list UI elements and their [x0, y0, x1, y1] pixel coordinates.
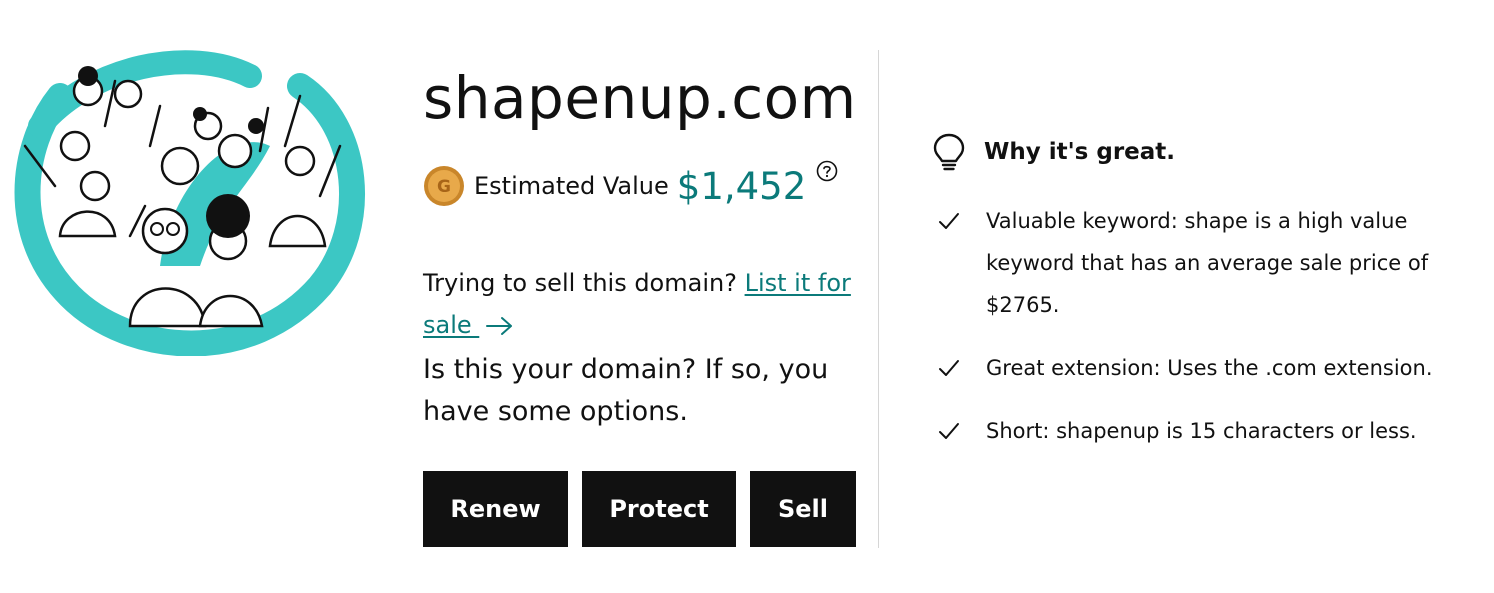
- check-icon: [939, 360, 959, 376]
- hero-illustration: [0, 36, 370, 357]
- sell-prompt-text: Trying to sell this domain?: [423, 269, 745, 297]
- check-icon: [939, 213, 959, 229]
- estimated-value-label: Estimated Value: [474, 172, 669, 200]
- sell-prompt: Trying to sell this domain? List it for …: [423, 262, 853, 346]
- domain-name: shapenup.com: [423, 64, 857, 132]
- check-icon: [939, 423, 959, 439]
- owner-prompt: Is this your domain? If so, you have som…: [423, 354, 829, 427]
- people-crowd-illustration: [14, 50, 365, 357]
- reason-item: Short: shapenup is 15 characters or less…: [938, 410, 1466, 452]
- reason-text: Great extension: Uses the .com extension…: [986, 356, 1433, 380]
- reason-item: Great extension: Uses the .com extension…: [938, 347, 1466, 389]
- reason-item: Valuable keyword: shape is a high value …: [938, 200, 1466, 326]
- vertical-divider: [878, 50, 879, 548]
- svg-text:G: G: [437, 177, 451, 197]
- question-circle-icon[interactable]: [816, 160, 838, 182]
- why-great-heading: Why it's great.: [932, 132, 1175, 172]
- protect-button[interactable]: Protect: [582, 471, 736, 547]
- coin-icon: G: [424, 166, 464, 206]
- why-great-title: Why it's great.: [984, 139, 1176, 165]
- sell-button[interactable]: Sell: [750, 471, 856, 547]
- renew-button[interactable]: Renew: [423, 471, 568, 547]
- estimated-value-row: G Estimated Value $1,452: [423, 158, 838, 214]
- lightbulb-icon: [933, 133, 965, 171]
- estimated-value-amount: $1,452: [676, 164, 807, 208]
- arrow-right-icon[interactable]: [485, 315, 515, 337]
- reason-text: Short: shapenup is 15 characters or less…: [986, 419, 1417, 443]
- reason-text: Valuable keyword: shape is a high value …: [986, 209, 1429, 317]
